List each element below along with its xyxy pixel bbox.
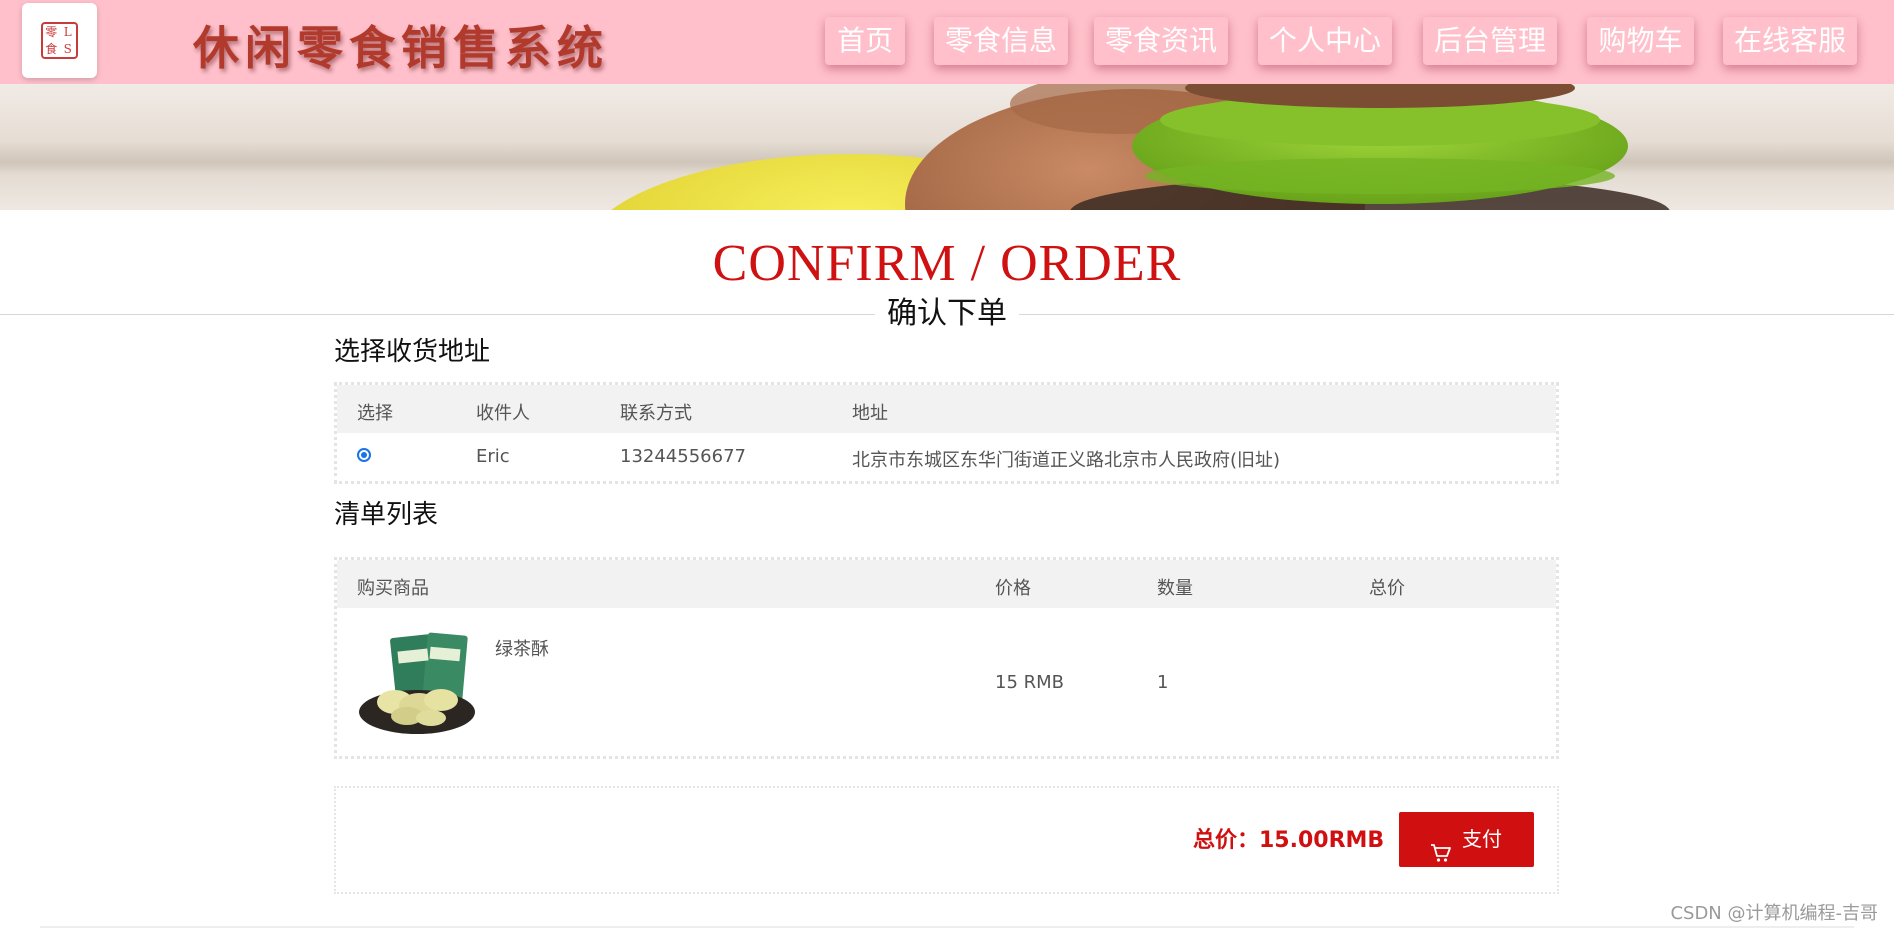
logo-char: L — [63, 25, 72, 40]
product-name[interactable]: 绿茶酥 — [495, 635, 549, 661]
table-header: 购买商品 价格 数量 总价 — [337, 560, 1556, 608]
logo-char: 零 — [45, 25, 58, 40]
csdn-watermark: CSDN @计算机编程-吉哥 — [1670, 903, 1878, 924]
column-header-product: 购买商品 — [357, 578, 429, 599]
product-price: 15 RMB — [995, 672, 1065, 693]
address-table: 选择 收件人 联系方式 地址 Eric 13244556677 北京市东城区东华… — [334, 382, 1559, 484]
page-title-en: CONFIRM / ORDER — [712, 235, 1182, 292]
green-tea-pastry-image — [359, 632, 475, 734]
seal-logo-icon: 零 L 食 S — [41, 22, 78, 59]
nav-snack-info[interactable]: 零食信息 — [934, 17, 1068, 65]
recipient-name: Eric — [476, 446, 510, 467]
product-quantity: 1 — [1157, 672, 1169, 693]
column-header-total: 总价 — [1369, 578, 1405, 599]
logo-char: 食 — [45, 41, 58, 56]
column-header-recipient: 收件人 — [476, 403, 530, 424]
site-logo[interactable]: 零 L 食 S — [22, 3, 97, 78]
column-header-quantity: 数量 — [1157, 578, 1193, 599]
column-header-address: 地址 — [852, 403, 888, 424]
nav-snack-news[interactable]: 零食资讯 — [1094, 17, 1228, 65]
pay-button[interactable]: 支付 — [1399, 812, 1534, 867]
order-total: 总价：15.00RMB — [1193, 828, 1385, 853]
column-header-price: 价格 — [995, 578, 1031, 599]
nav-home[interactable]: 首页 — [825, 17, 905, 65]
column-header-select: 选择 — [357, 403, 393, 424]
footer-divider — [40, 926, 1854, 928]
nav-cart[interactable]: 购物车 — [1587, 17, 1694, 65]
pay-button-label: 支付 — [1462, 827, 1502, 851]
order-table: 购买商品 价格 数量 总价 绿茶酥 15 RMB 1 — [334, 557, 1559, 759]
page-title-cn: 确认下单 — [875, 296, 1019, 332]
order-summary: 总价：15.00RMB 支付 — [334, 786, 1559, 894]
cart-icon — [1430, 829, 1452, 884]
address-radio-selected[interactable] — [357, 448, 371, 462]
macaron-illustration — [611, 84, 1670, 210]
recipient-address: 北京市东城区东华门街道正义路北京市人民政府(旧址) — [852, 450, 1281, 471]
nav-online-service[interactable]: 在线客服 — [1723, 17, 1857, 65]
logo-char: S — [63, 41, 72, 56]
banner-image — [0, 84, 1894, 210]
site-title: 休闲零食销售系统 — [193, 21, 609, 75]
column-header-contact: 联系方式 — [620, 403, 692, 424]
table-header: 选择 收件人 联系方式 地址 — [337, 385, 1556, 433]
top-header: 零 L 食 S 休闲零食销售系统 首页 零食信息 零食资讯 个人中心 后台管理 … — [0, 0, 1894, 84]
order-section-title: 清单列表 — [334, 500, 439, 530]
address-section-title: 选择收货地址 — [334, 337, 491, 367]
nav-admin[interactable]: 后台管理 — [1423, 17, 1557, 65]
recipient-phone: 13244556677 — [620, 446, 746, 467]
product-image[interactable] — [357, 628, 485, 738]
nav-personal-center[interactable]: 个人中心 — [1258, 17, 1392, 65]
